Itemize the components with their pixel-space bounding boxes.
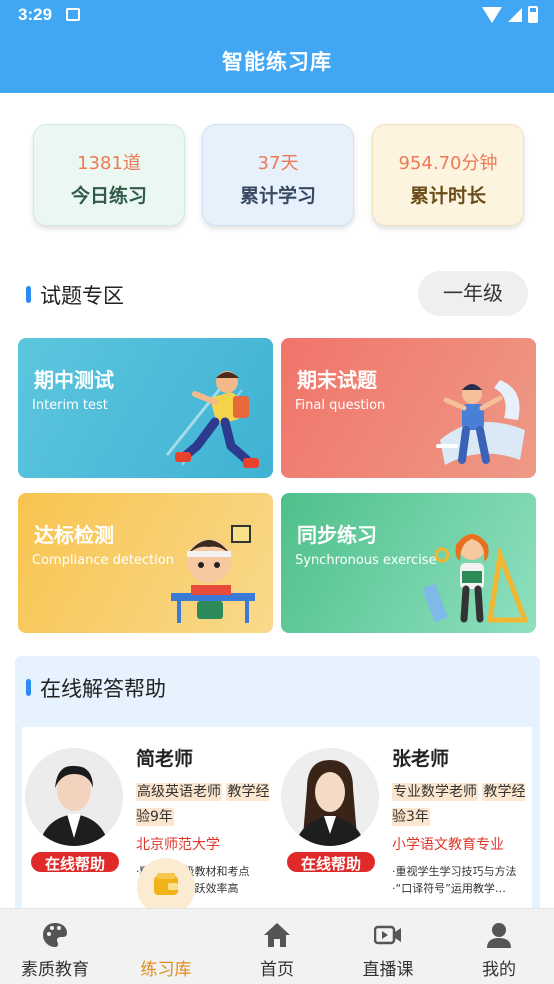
- student-with-paper-illustration: [436, 380, 525, 465]
- nav-label: 素质教育: [21, 960, 89, 980]
- tile-title: 期中测试: [34, 368, 114, 392]
- notification-icon: [66, 8, 80, 21]
- tile-title: 达标检测: [34, 523, 114, 547]
- teacher-name: 张老师: [392, 748, 450, 770]
- signal-icon: [508, 7, 522, 22]
- girl-with-ruler-illustration: [422, 534, 529, 623]
- stat-label: 累计学习: [239, 185, 316, 207]
- nav-label: 我的: [482, 960, 516, 980]
- tile-compliance-detection[interactable]: 达标检测 Compliance detection: [18, 493, 273, 633]
- stat-label: 今日练习: [70, 185, 147, 207]
- avatar: [25, 748, 123, 846]
- teacher-school: 北京师范大学: [136, 837, 220, 853]
- nav-item-practice[interactable]: 练习库: [111, 873, 221, 984]
- tile-interim-test[interactable]: 期中测试 Interim test: [18, 338, 273, 478]
- nav-item-home[interactable]: 首页: [222, 909, 332, 984]
- stat-card-days[interactable]: 37天 累计学习: [202, 124, 354, 226]
- video-icon: [374, 925, 401, 945]
- stat-value: 1381道: [77, 153, 141, 174]
- tile-title: 期末试题: [297, 368, 377, 392]
- palette-icon: [43, 923, 67, 947]
- tile-subtitle: Final question: [295, 398, 386, 413]
- nav-label: 练习库: [140, 960, 192, 980]
- wifi-icon: [482, 6, 502, 23]
- online-help-badge[interactable]: 在线帮助: [29, 850, 121, 874]
- tile-final-question[interactable]: 期末试题 Final question: [281, 338, 536, 478]
- nav-item-me[interactable]: 我的: [444, 909, 554, 984]
- stat-card-today[interactable]: 1381道 今日练习: [33, 124, 185, 226]
- status-icons: [482, 6, 538, 23]
- nav-item-live-course[interactable]: 直播课: [333, 909, 443, 984]
- tile-subtitle: Compliance detection: [32, 553, 175, 568]
- nav-label: 直播课: [362, 960, 414, 980]
- nav-item-quality-education[interactable]: 素质教育: [0, 909, 110, 984]
- section-marker: [26, 679, 31, 696]
- section-title-exam: 试题专区: [40, 284, 124, 308]
- teacher-tag: 高级英语老师: [136, 783, 222, 801]
- teacher-school: 小学语文教育专业: [392, 837, 504, 853]
- bottom-nav: 素质教育 练习库 首页 直播课 我的: [0, 873, 554, 984]
- grade-selector[interactable]: 一年级: [418, 271, 528, 316]
- tile-synchronous-exercise[interactable]: 同步练习 Synchronous exercise: [281, 493, 536, 633]
- teacher-description: ·重视学生学习技巧与方法 ·“口译符号”运用教学…: [392, 863, 537, 897]
- teacher-card[interactable]: 在线帮助 张老师 专业数学老师 教学经验3年 小学语文教育专业 ·重视学生学习技…: [281, 740, 536, 910]
- teacher-desc-line: ·重视学生学习技巧与方法: [392, 865, 517, 878]
- tile-subtitle: Synchronous exercise: [295, 553, 437, 568]
- stat-value: 37天: [257, 153, 299, 174]
- running-student-illustration: [165, 371, 259, 468]
- stat-value: 954.70分钟: [398, 153, 498, 174]
- teacher-tags: 专业数学老师 教学经验3年: [392, 780, 536, 830]
- section-title-help: 在线解答帮助: [40, 677, 166, 701]
- section-marker: [26, 286, 31, 303]
- app-header: 智能练习库: [0, 32, 554, 93]
- teacher-desc-line: ·“口译符号”运用教学…: [392, 882, 506, 895]
- user-icon: [487, 923, 511, 948]
- online-help-badge[interactable]: 在线帮助: [285, 850, 377, 874]
- status-time: 3:29: [18, 5, 53, 24]
- nav-label: 首页: [260, 960, 294, 980]
- page-title: 智能练习库: [222, 50, 332, 74]
- avatar: [281, 748, 379, 846]
- stat-card-duration[interactable]: 954.70分钟 累计时长: [372, 124, 524, 226]
- tile-subtitle: Interim test: [32, 398, 108, 413]
- wallet-icon: [154, 873, 178, 895]
- studying-child-illustration: [171, 525, 255, 623]
- battery-icon: [528, 6, 538, 23]
- teacher-tag: 专业数学老师: [392, 783, 478, 801]
- teacher-name: 简老师: [136, 748, 194, 770]
- teacher-tags: 高级英语老师 教学经验9年: [136, 780, 280, 830]
- home-icon: [264, 923, 290, 947]
- stat-label: 累计时长: [409, 185, 486, 207]
- tile-title: 同步练习: [297, 523, 377, 547]
- status-bar: 3:29: [0, 0, 554, 32]
